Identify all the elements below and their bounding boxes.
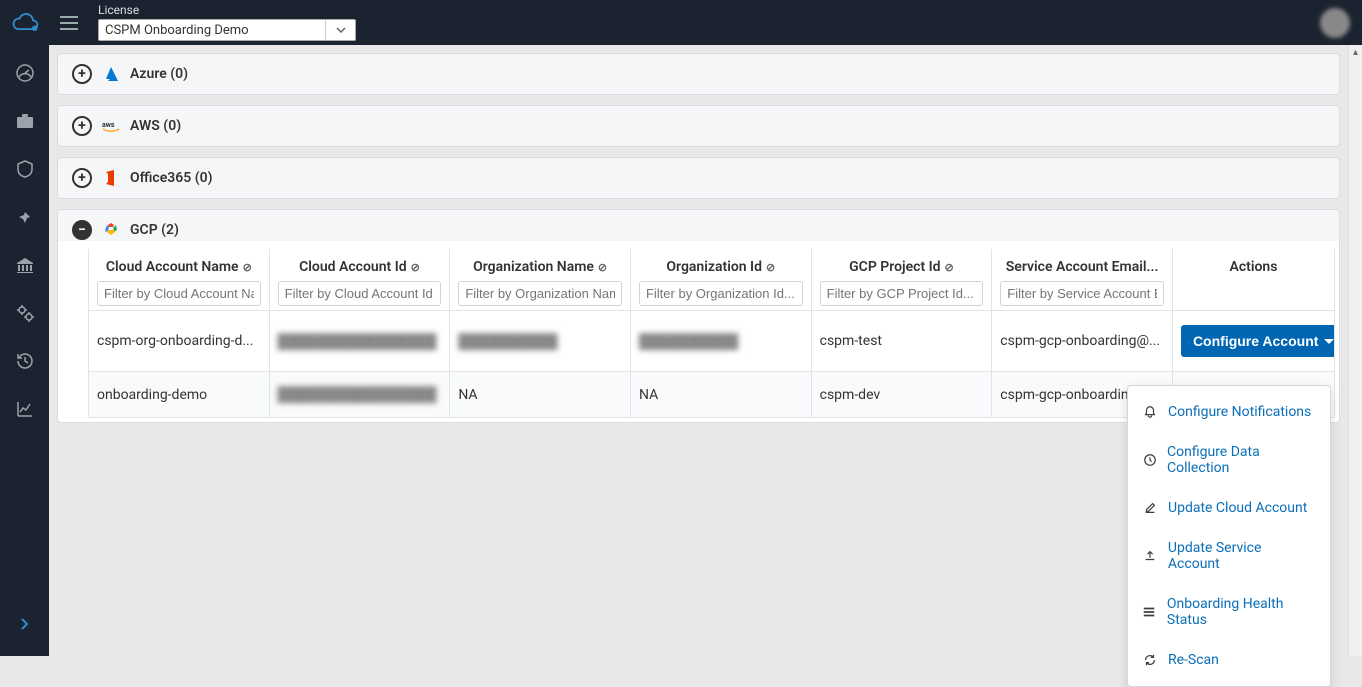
filter-cloud-account-name[interactable] bbox=[97, 281, 261, 306]
gears-icon[interactable] bbox=[15, 303, 35, 323]
filter-cloud-account-id[interactable] bbox=[278, 281, 442, 306]
license-select-value: CSPM Onboarding Demo bbox=[99, 23, 325, 38]
svg-text:aws: aws bbox=[102, 121, 115, 129]
edit-icon bbox=[1142, 500, 1158, 516]
cell-org-id: ██████████ bbox=[630, 311, 811, 372]
cell-account-id: ████████████████ bbox=[269, 372, 450, 418]
cell-org-name: NA bbox=[450, 372, 631, 418]
expand-icon: + bbox=[72, 168, 92, 188]
col-organization-name[interactable]: Organization Name ⊘ bbox=[450, 249, 631, 311]
briefcase-icon[interactable] bbox=[15, 111, 35, 131]
cell-org-id: NA bbox=[630, 372, 811, 418]
cell-project-id: cspm-test bbox=[811, 311, 992, 372]
chevron-down-icon[interactable] bbox=[325, 20, 355, 40]
left-sidebar bbox=[0, 45, 49, 656]
col-cloud-account-name[interactable]: Cloud Account Name ⊘ bbox=[89, 249, 270, 311]
license-select[interactable]: CSPM Onboarding Demo bbox=[98, 19, 356, 41]
pin-icon[interactable] bbox=[15, 207, 35, 227]
provider-label: AWS (0) bbox=[130, 118, 181, 134]
vertical-scrollbar[interactable]: ▴ bbox=[1348, 45, 1362, 656]
upload-icon bbox=[1142, 548, 1158, 564]
sort-icon: ⊘ bbox=[598, 261, 607, 274]
provider-label: GCP (2) bbox=[130, 222, 179, 238]
menu-onboarding-health-status[interactable]: Onboarding Health Status bbox=[1128, 584, 1330, 640]
provider-row-office365[interactable]: + Office365 (0) bbox=[57, 157, 1340, 199]
filter-service-account-email[interactable] bbox=[1000, 281, 1164, 306]
dashboard-icon[interactable] bbox=[15, 63, 35, 83]
institution-icon[interactable] bbox=[15, 255, 35, 275]
topbar: License CSPM Onboarding Demo bbox=[0, 0, 1362, 45]
shield-icon[interactable] bbox=[15, 159, 35, 179]
clock-icon bbox=[1142, 452, 1157, 468]
table-row: cspm-org-onboarding-d... ███████████████… bbox=[89, 311, 1335, 372]
menu-update-service-account[interactable]: Update Service Account bbox=[1128, 528, 1330, 584]
app-logo bbox=[8, 5, 44, 41]
expand-icon: + bbox=[72, 64, 92, 84]
configure-account-button[interactable]: Configure Account bbox=[1181, 325, 1335, 357]
sort-icon: ⊘ bbox=[945, 261, 954, 274]
license-label: License bbox=[98, 4, 356, 16]
scroll-up-icon[interactable]: ▴ bbox=[1349, 45, 1362, 59]
chart-icon[interactable] bbox=[15, 399, 35, 419]
list-icon bbox=[1142, 604, 1157, 620]
provider-row-aws[interactable]: + aws AWS (0) bbox=[57, 105, 1340, 147]
gcp-icon bbox=[102, 221, 120, 239]
aws-icon: aws bbox=[102, 117, 120, 135]
filter-gcp-project-id[interactable] bbox=[820, 281, 984, 306]
cell-project-id: cspm-dev bbox=[811, 372, 992, 418]
cell-account-id: ████████████████ bbox=[269, 311, 450, 372]
provider-row-azure[interactable]: + Azure (0) bbox=[57, 53, 1340, 95]
bell-icon bbox=[1142, 404, 1158, 420]
collapse-icon: − bbox=[72, 220, 92, 240]
cell-org-name: ██████████ bbox=[450, 311, 631, 372]
office365-icon bbox=[102, 169, 120, 187]
col-cloud-account-id[interactable]: Cloud Account Id ⊘ bbox=[269, 249, 450, 311]
col-service-account-email[interactable]: Service Account Email... bbox=[992, 249, 1173, 311]
cell-account-name: cspm-org-onboarding-d... bbox=[89, 311, 270, 372]
sidebar-expand-icon[interactable] bbox=[18, 615, 32, 636]
expand-icon: + bbox=[72, 116, 92, 136]
menu-rescan[interactable]: Re-Scan bbox=[1128, 640, 1330, 680]
refresh-icon bbox=[1142, 652, 1158, 668]
avatar[interactable] bbox=[1320, 8, 1350, 38]
license-selector-block: License CSPM Onboarding Demo bbox=[98, 4, 356, 41]
configure-account-menu: Configure Notifications Configure Data C… bbox=[1127, 385, 1331, 687]
cell-actions: Configure Account bbox=[1172, 311, 1334, 372]
col-gcp-project-id[interactable]: GCP Project Id ⊘ bbox=[811, 249, 992, 311]
provider-label: Office365 (0) bbox=[130, 170, 213, 186]
menu-update-cloud-account[interactable]: Update Cloud Account bbox=[1128, 488, 1330, 528]
menu-configure-data-collection[interactable]: Configure Data Collection bbox=[1128, 432, 1330, 488]
col-actions: Actions bbox=[1172, 249, 1334, 311]
provider-label: Azure (0) bbox=[130, 66, 188, 82]
menu-toggle[interactable] bbox=[60, 11, 84, 35]
cell-account-name: onboarding-demo bbox=[89, 372, 270, 418]
filter-organization-id[interactable] bbox=[639, 281, 803, 306]
sort-icon: ⊘ bbox=[411, 261, 420, 274]
filter-organization-name[interactable] bbox=[458, 281, 622, 306]
chevron-down-icon bbox=[1324, 339, 1334, 344]
sort-icon: ⊘ bbox=[243, 261, 252, 274]
sort-icon: ⊘ bbox=[766, 261, 775, 274]
menu-configure-notifications[interactable]: Configure Notifications bbox=[1128, 392, 1330, 432]
history-icon[interactable] bbox=[15, 351, 35, 371]
cell-service-email: cspm-gcp-onboarding@... bbox=[992, 311, 1173, 372]
col-organization-id[interactable]: Organization Id ⊘ bbox=[630, 249, 811, 311]
azure-icon bbox=[102, 65, 120, 83]
